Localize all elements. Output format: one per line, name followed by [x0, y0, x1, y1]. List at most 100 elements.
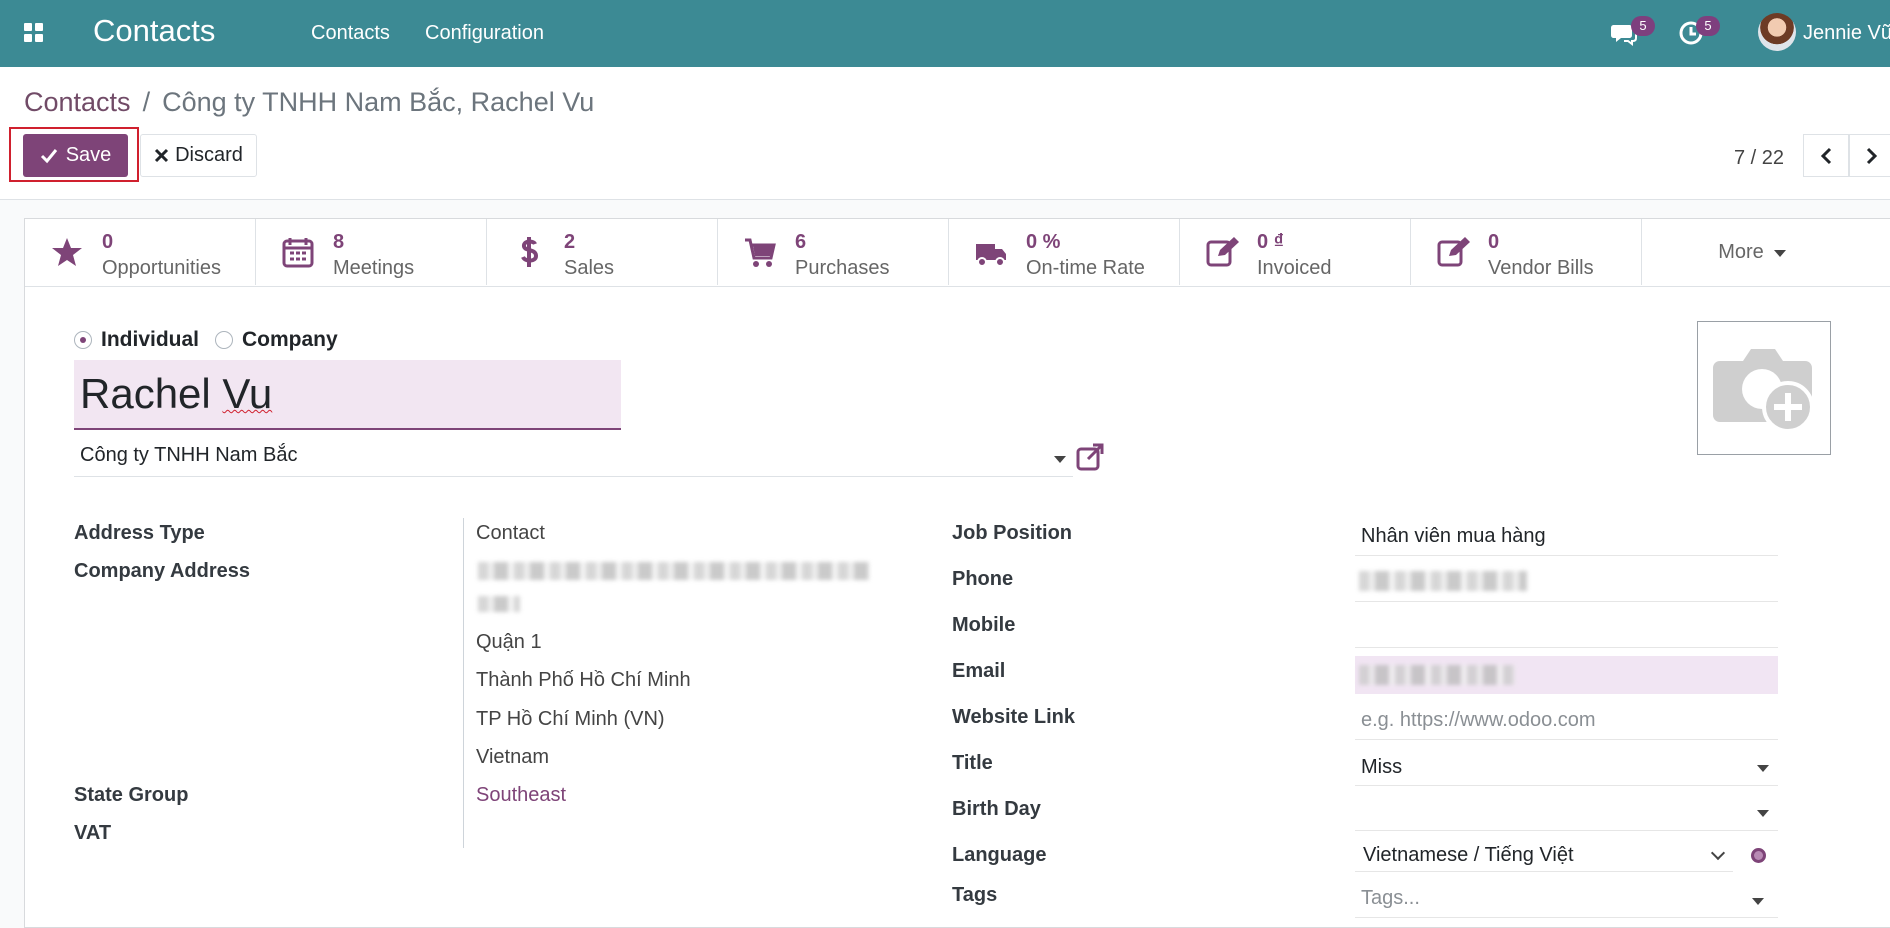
save-button-label: Save	[65, 144, 112, 166]
title-underline	[1355, 785, 1778, 786]
smart-button-sales[interactable]: 2 Sales	[487, 219, 718, 285]
dollar-icon	[521, 237, 539, 267]
star-icon	[52, 238, 82, 266]
opportunities-count: 0	[102, 231, 114, 253]
purchases-label: Purchases	[795, 257, 890, 279]
email-label: Email	[952, 660, 1006, 682]
breadcrumb: Contacts / Công ty TNHH Nam Bắc, Rachel Vu	[24, 87, 594, 118]
breadcrumb-current: Công ty TNHH Nam Bắc, Rachel Vu	[162, 87, 595, 117]
sales-label: Sales	[564, 257, 615, 279]
company-dropdown-icon[interactable]	[1054, 456, 1066, 463]
redacted-phone	[1359, 571, 1527, 591]
birth-day-label: Birth Day	[952, 798, 1041, 820]
calendar-icon	[282, 238, 314, 268]
apps-menu-icon[interactable]	[24, 23, 44, 43]
address-country: Vietnam	[476, 746, 550, 768]
tags-underline	[1355, 917, 1778, 918]
save-button[interactable]: Save	[23, 134, 128, 177]
parent-company-select[interactable]: Công ty TNHH Nam Bắc	[74, 441, 1073, 477]
menu-configuration[interactable]: Configuration	[425, 22, 544, 45]
language-underline	[1355, 871, 1733, 872]
tags-input[interactable]: Tags...	[1361, 887, 1420, 910]
smart-button-invoiced[interactable]: 0 ₫ Invoiced	[1180, 219, 1411, 285]
on-time-rate-label: On-time Rate	[1026, 257, 1145, 279]
top-navbar: Contacts Contacts Configuration 5 5 Jenn…	[0, 0, 1890, 67]
pager-previous-button[interactable]	[1803, 134, 1849, 177]
mobile-label: Mobile	[952, 614, 1016, 636]
smart-button-on-time-rate[interactable]: 0 % On-time Rate	[949, 219, 1180, 285]
contact-name-input[interactable]: Rachel Vu	[74, 360, 621, 430]
sales-count: 2	[564, 231, 576, 253]
purchases-count: 6	[795, 231, 807, 253]
smart-button-purchases[interactable]: 6 Purchases	[718, 219, 949, 285]
truck-icon	[976, 244, 1006, 267]
contact-last-name: Vu	[222, 370, 273, 417]
radio-individual[interactable]: Individual	[74, 328, 199, 352]
user-name[interactable]: Jennie Vũ	[1803, 22, 1890, 45]
title-select[interactable]: Miss	[1361, 756, 1402, 779]
pager-value[interactable]: 7 / 22	[1734, 147, 1784, 170]
on-time-rate-value: 0 %	[1026, 231, 1061, 253]
discard-button[interactable]: Discard	[140, 134, 257, 177]
breadcrumb-contacts-link[interactable]: Contacts	[24, 87, 131, 117]
pager-next-button[interactable]	[1849, 134, 1890, 177]
language-select[interactable]: Vietnamese / Tiếng Việt	[1363, 844, 1574, 867]
smart-button-meetings[interactable]: 8 Meetings	[256, 219, 487, 285]
more-button-label: More	[1718, 240, 1764, 263]
camera-plus-icon	[1713, 349, 1814, 433]
edit-icon	[1437, 237, 1470, 267]
birth-day-input[interactable]	[1355, 830, 1778, 831]
job-position-value[interactable]: Nhân viên mua hàng	[1361, 525, 1546, 548]
state-group-label: State Group	[74, 784, 189, 806]
title-label: Title	[952, 752, 993, 774]
job-position-label: Job Position	[952, 522, 1072, 544]
contact-first-name: Rachel	[80, 370, 223, 417]
user-avatar[interactable]	[1758, 13, 1796, 51]
edit-icon	[1206, 237, 1239, 267]
phone-underline	[1355, 601, 1778, 602]
more-button[interactable]: More	[1642, 219, 1862, 285]
address-type-value[interactable]: Contact	[476, 522, 545, 545]
app-brand[interactable]: Contacts	[93, 13, 215, 49]
state-group-link[interactable]: Southeast	[476, 784, 566, 807]
chevron-left-icon	[1820, 147, 1832, 164]
meetings-label: Meetings	[333, 257, 415, 279]
radio-company-dot[interactable]	[215, 331, 233, 349]
menu-contacts[interactable]: Contacts	[311, 22, 390, 45]
smart-button-opportunities[interactable]: 0 Opportunities	[25, 219, 256, 285]
birth-day-dropdown-icon[interactable]	[1757, 810, 1769, 817]
avatar-upload-placeholder[interactable]	[1697, 321, 1831, 455]
globe-icon[interactable]	[1751, 848, 1766, 863]
opportunities-label: Opportunities	[102, 257, 221, 279]
smart-button-vendor-bills[interactable]: 0 Vendor Bills	[1411, 219, 1642, 285]
radio-company-label: Company	[242, 328, 338, 351]
job-position-underline	[1355, 555, 1778, 556]
mobile-input[interactable]	[1355, 647, 1778, 648]
company-address-label: Company Address	[74, 560, 250, 582]
breadcrumb-separator: /	[142, 87, 151, 117]
website-input[interactable]: e.g. https://www.odoo.com	[1361, 709, 1596, 732]
language-label: Language	[952, 844, 1047, 866]
chevron-right-icon	[1866, 147, 1878, 164]
title-dropdown-icon[interactable]	[1757, 765, 1769, 772]
tags-dropdown-icon[interactable]	[1752, 898, 1764, 905]
check-icon	[40, 148, 57, 163]
external-link-icon[interactable]	[1075, 442, 1105, 472]
close-icon	[155, 148, 169, 163]
website-underline	[1355, 739, 1778, 740]
redacted-street-line-1	[478, 562, 870, 580]
meetings-count: 8	[333, 231, 345, 253]
cart-icon	[745, 238, 776, 267]
address-state: TP Hồ Chí Minh (VN)	[476, 708, 665, 730]
invoiced-label: Invoiced	[1257, 257, 1332, 279]
vendor-bills-count: 0	[1488, 231, 1500, 253]
address-type-label: Address Type	[74, 522, 205, 544]
radio-individual-dot[interactable]	[74, 331, 92, 349]
control-panel: Contacts / Công ty TNHH Nam Bắc, Rachel Vu…	[0, 67, 1890, 200]
messages-count-badge: 5	[1631, 16, 1655, 36]
parent-company-value: Công ty TNHH Nam Bắc	[80, 444, 298, 466]
radio-company[interactable]: Company	[215, 328, 338, 352]
phone-label: Phone	[952, 568, 1014, 590]
activities-count-badge: 5	[1696, 16, 1720, 36]
radio-individual-label: Individual	[101, 328, 200, 351]
